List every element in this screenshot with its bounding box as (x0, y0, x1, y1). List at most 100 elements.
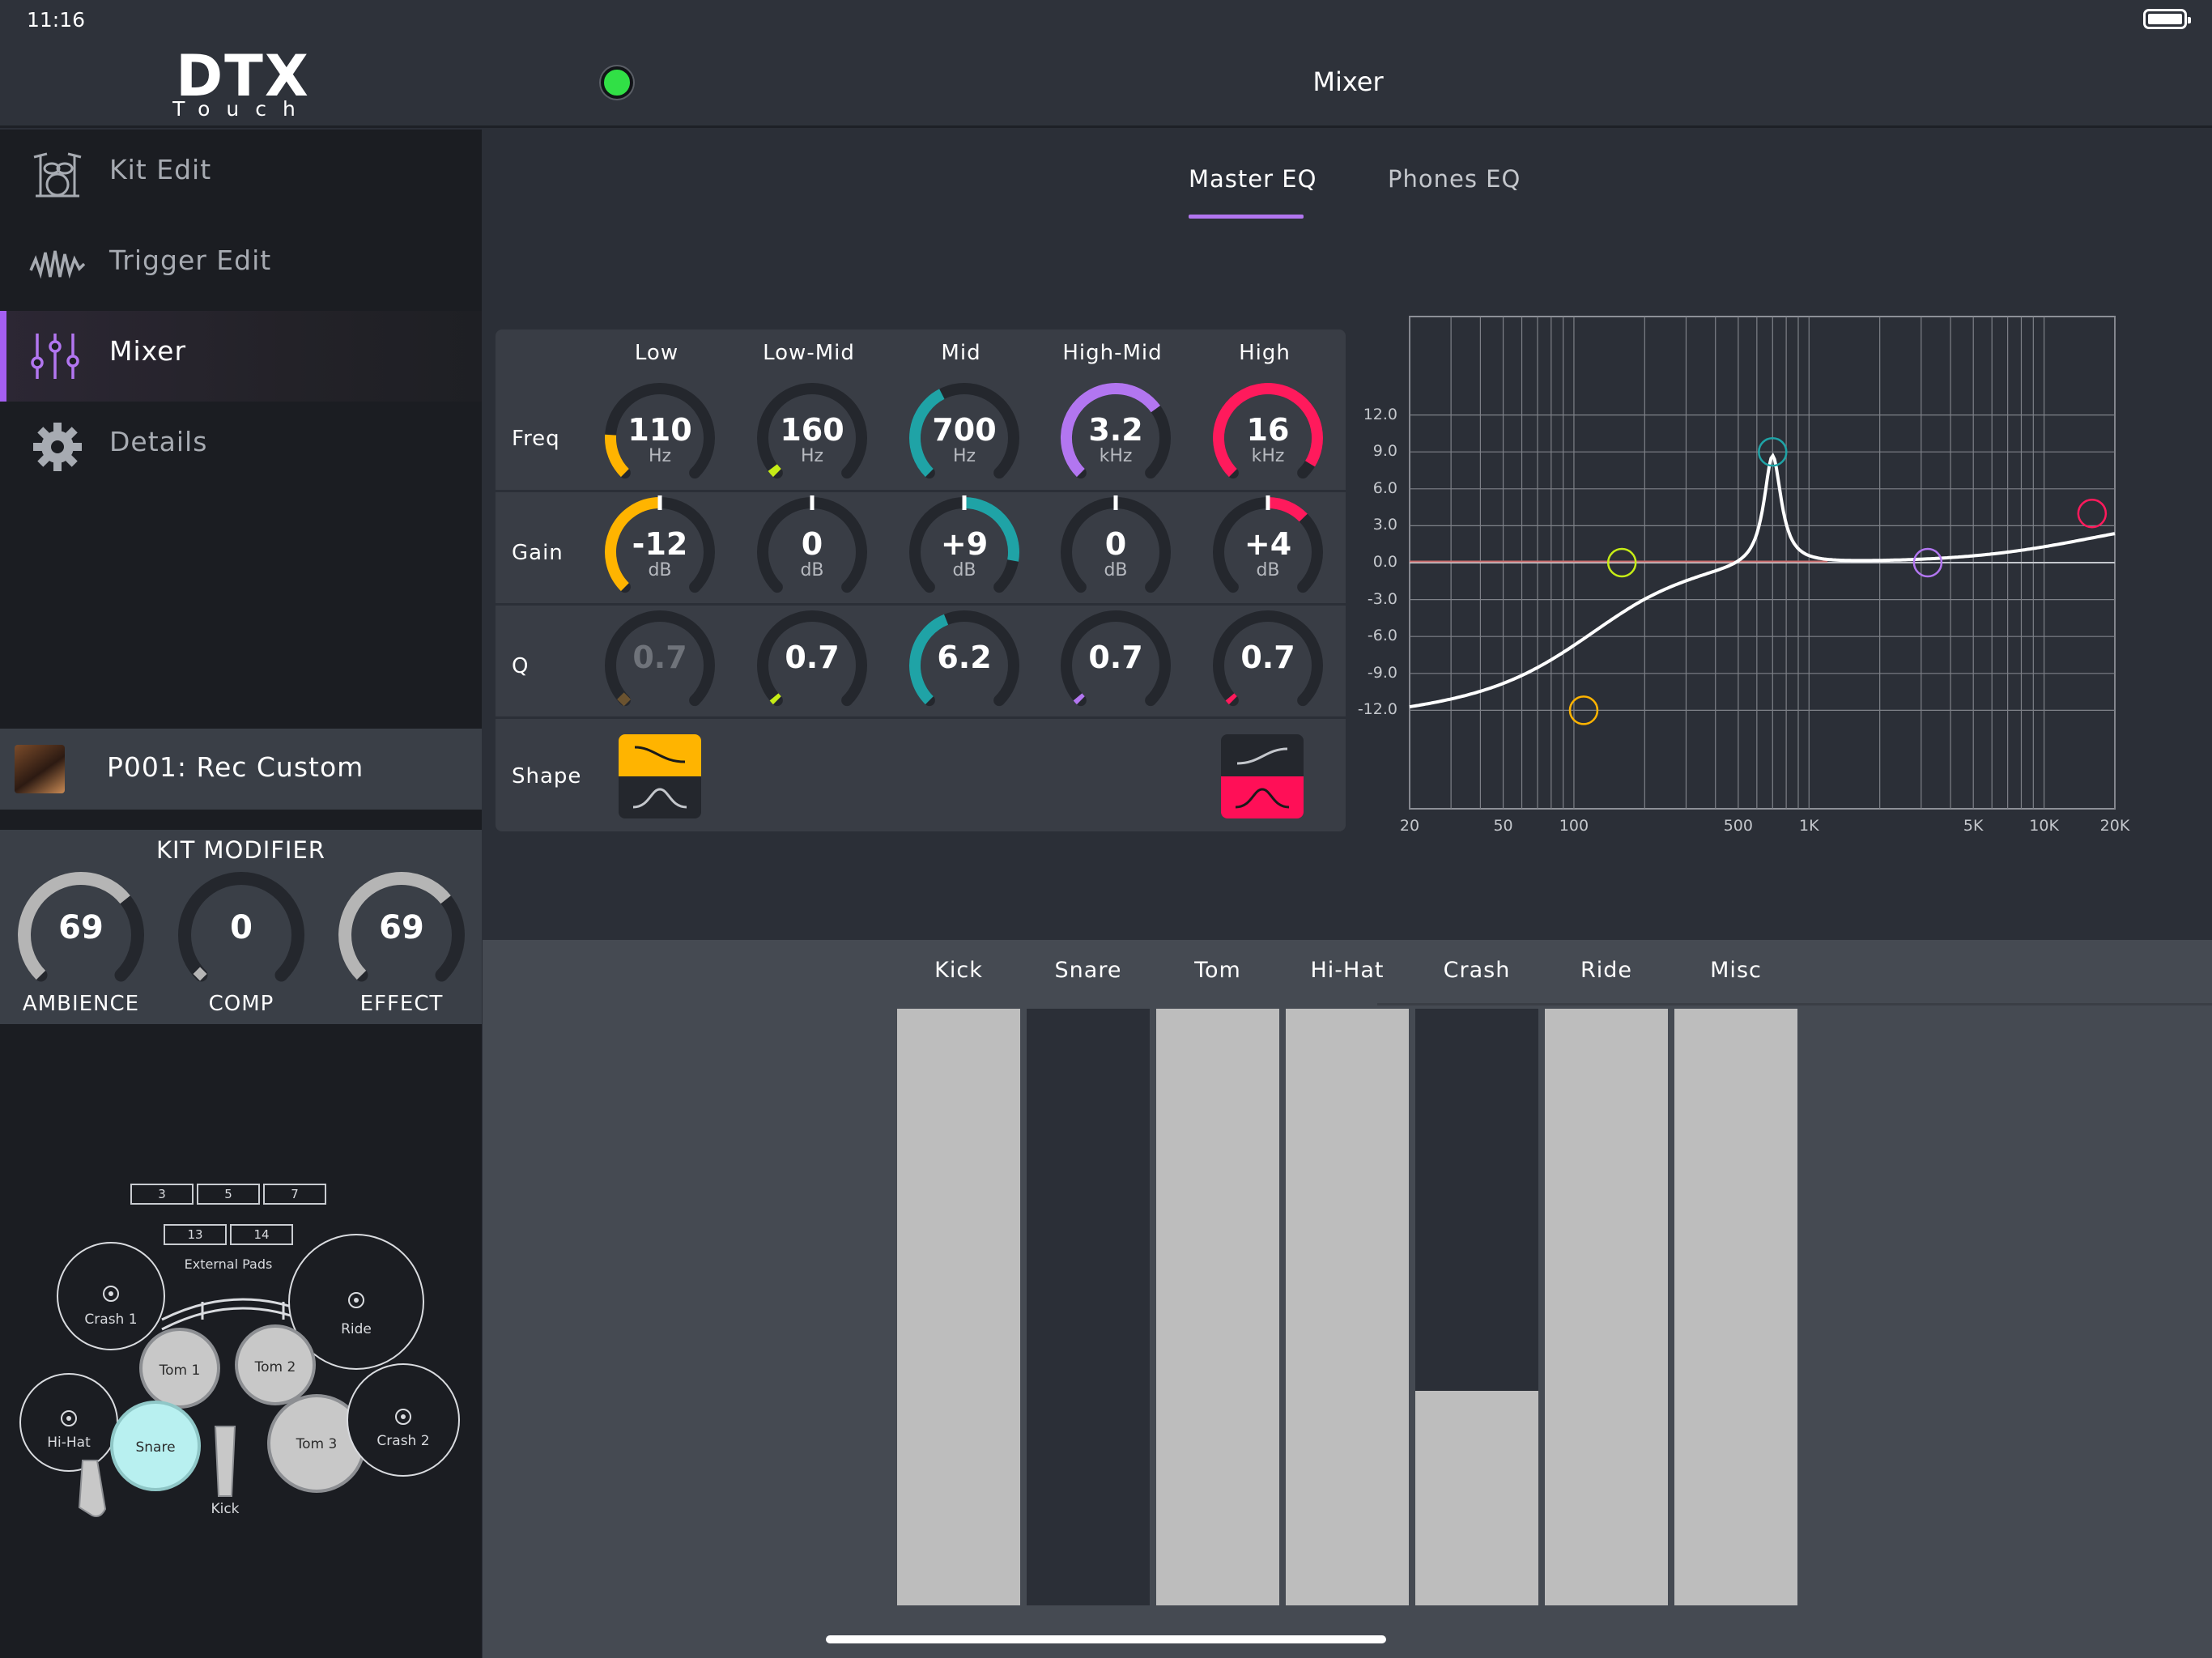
mid-q-knob[interactable]: 6.2 (908, 609, 1021, 722)
mid-gain-knob[interactable]: +9 dB (908, 495, 1021, 609)
external-pad-7[interactable]: 7 (263, 1184, 326, 1205)
x-tick-label: 500 (1723, 817, 1753, 835)
high-shelf-icon (1236, 747, 1288, 765)
fader-level (1545, 1009, 1668, 1605)
pad-label: Ride (341, 1321, 372, 1337)
band-header-high-mid: High-Mid (1062, 341, 1163, 365)
row-label-q: Q (512, 654, 530, 678)
high-mid-gain-knob[interactable]: 0 dB (1059, 495, 1172, 609)
fader-label-snare: Snare (1054, 958, 1122, 983)
y-tick-label: -12.0 (1357, 700, 1397, 719)
comp-knob[interactable]: 0 COMP (177, 870, 306, 1016)
knob-value-arc (1073, 693, 1085, 705)
band-header-low: Low (634, 341, 679, 365)
band-header-low-mid: Low-Mid (763, 341, 855, 365)
eq-response-graph[interactable]: 12.0 9.0 6.0 3.0 0.0 -3.0 -6.0 -9.0 -12.0 20 50 100… (1300, 308, 2191, 891)
fader-level (1415, 1390, 1538, 1605)
knob-value: 0 (1104, 526, 1127, 562)
knob-unit: Hz (648, 446, 672, 466)
y-tick-label: 0.0 (1372, 553, 1397, 571)
y-tick-label: 3.0 (1372, 516, 1397, 534)
fader-level (1674, 1009, 1797, 1605)
page-title: Mixer (1312, 66, 1384, 97)
low-mid-freq-knob[interactable]: 160 Hz (755, 381, 869, 495)
low-mid-gain-knob[interactable]: 0 dB (755, 495, 869, 609)
crash1-pad[interactable]: Crash 1 (57, 1242, 165, 1350)
pad-label: Tom 2 (254, 1358, 296, 1375)
fader-level (1156, 1009, 1279, 1605)
y-tick-label: -9.0 (1367, 663, 1397, 682)
external-pads-label: External Pads (184, 1256, 273, 1272)
tom1-pad[interactable]: Tom 1 (139, 1328, 220, 1409)
tab-master-eq[interactable]: Master EQ (1189, 165, 1317, 193)
home-indicator (826, 1635, 1386, 1643)
knob-unit: dB (1104, 560, 1128, 580)
pad-label: Snare (135, 1439, 176, 1456)
fader-label-kick: Kick (934, 958, 983, 983)
band-handle-high[interactable] (2077, 498, 2108, 529)
row-label-freq: Freq (512, 427, 560, 451)
fader-section: Kick Snare Tom Hi-Hat Crash Ride Misc (483, 940, 2212, 1658)
pad-label: Tom 1 (159, 1362, 201, 1379)
shape-peak-option[interactable] (1221, 776, 1304, 818)
fader-crash[interactable] (1415, 1009, 1538, 1605)
sidebar-item-kit-edit[interactable]: Kit Edit (0, 130, 482, 220)
knob-value: 0 (801, 526, 823, 562)
main-content: Master EQ Phones EQ Low Low-Mid Mid High… (483, 130, 2212, 1658)
low-shape-toggle[interactable] (619, 734, 701, 818)
eq-parameter-panel: Low Low-Mid Mid High-Mid High Freq Gain … (496, 329, 1346, 831)
tom2-pad[interactable]: Tom 2 (235, 1324, 316, 1405)
fader-snare[interactable] (1027, 1009, 1150, 1605)
fader-kick[interactable] (897, 1009, 1020, 1605)
fader-tom[interactable] (1156, 1009, 1279, 1605)
low-gain-knob[interactable]: -12 dB (603, 495, 717, 609)
low-q-knob[interactable]: 0.7 (603, 609, 717, 722)
sidebar-item-trigger-edit[interactable]: Trigger Edit (0, 220, 482, 311)
pad-label: Crash 2 (376, 1433, 430, 1449)
low-shelf-icon (634, 746, 686, 763)
external-pad-13[interactable]: 13 (164, 1224, 227, 1245)
shape-shelf-option[interactable] (619, 734, 701, 776)
external-pad-5[interactable]: 5 (197, 1184, 260, 1205)
snare-pad[interactable]: Snare (110, 1401, 201, 1491)
fader-hi-hat[interactable] (1286, 1009, 1409, 1605)
drum-kit-map: 3 5 7 13 14 External Pads Crash 1 Ride T… (0, 1028, 482, 1546)
shape-peak-option[interactable] (619, 776, 701, 818)
mid-freq-knob[interactable]: 700 Hz (908, 381, 1021, 495)
crash2-pad[interactable]: Crash 2 (347, 1363, 460, 1477)
x-tick-label: 1K (1798, 817, 1819, 835)
fader-label-ride: Ride (1580, 958, 1632, 983)
knob-value: 0 (230, 909, 253, 946)
tab-phones-eq[interactable]: Phones EQ (1388, 165, 1521, 193)
x-tick-label: 5K (1963, 817, 1984, 835)
external-pad-3[interactable]: 3 (130, 1184, 194, 1205)
y-tick-label: 12.0 (1363, 405, 1397, 423)
shape-shelf-option[interactable] (1221, 734, 1304, 776)
knob-unit: Hz (952, 446, 976, 466)
drum-kit-icon (33, 152, 82, 198)
knob-value-arc (768, 464, 781, 478)
sidebar-item-details[interactable]: Details (0, 402, 482, 492)
knob-value: 69 (379, 909, 424, 946)
knob-value: 0.7 (785, 640, 840, 675)
ambience-knob[interactable]: 69 AMBIENCE (16, 870, 146, 1016)
high-shape-toggle[interactable] (1221, 734, 1304, 818)
fader-ride[interactable] (1545, 1009, 1668, 1605)
knob-label: EFFECT (359, 992, 444, 1016)
cymbal-bell-icon (61, 1410, 77, 1426)
knob-unit: dB (648, 560, 672, 580)
fader-misc[interactable] (1674, 1009, 1797, 1605)
peak-icon (1235, 788, 1290, 809)
external-pad-14[interactable]: 14 (230, 1224, 293, 1245)
connection-status-icon[interactable] (601, 66, 633, 99)
logo-subtitle: Touch (172, 97, 312, 121)
low-freq-knob[interactable]: 110 Hz (603, 381, 717, 495)
effect-knob[interactable]: 69 EFFECT (337, 870, 466, 1016)
sidebar-item-mixer[interactable]: Mixer (0, 311, 482, 402)
kit-selector[interactable]: P001: Rec Custom (0, 729, 482, 810)
low-mid-q-knob[interactable]: 0.7 (755, 609, 869, 722)
knob-unit: Hz (800, 446, 824, 466)
high-mid-freq-knob[interactable]: 3.2 kHz (1059, 381, 1172, 495)
high-mid-q-knob[interactable]: 0.7 (1059, 609, 1172, 722)
sliders-icon (31, 334, 79, 379)
